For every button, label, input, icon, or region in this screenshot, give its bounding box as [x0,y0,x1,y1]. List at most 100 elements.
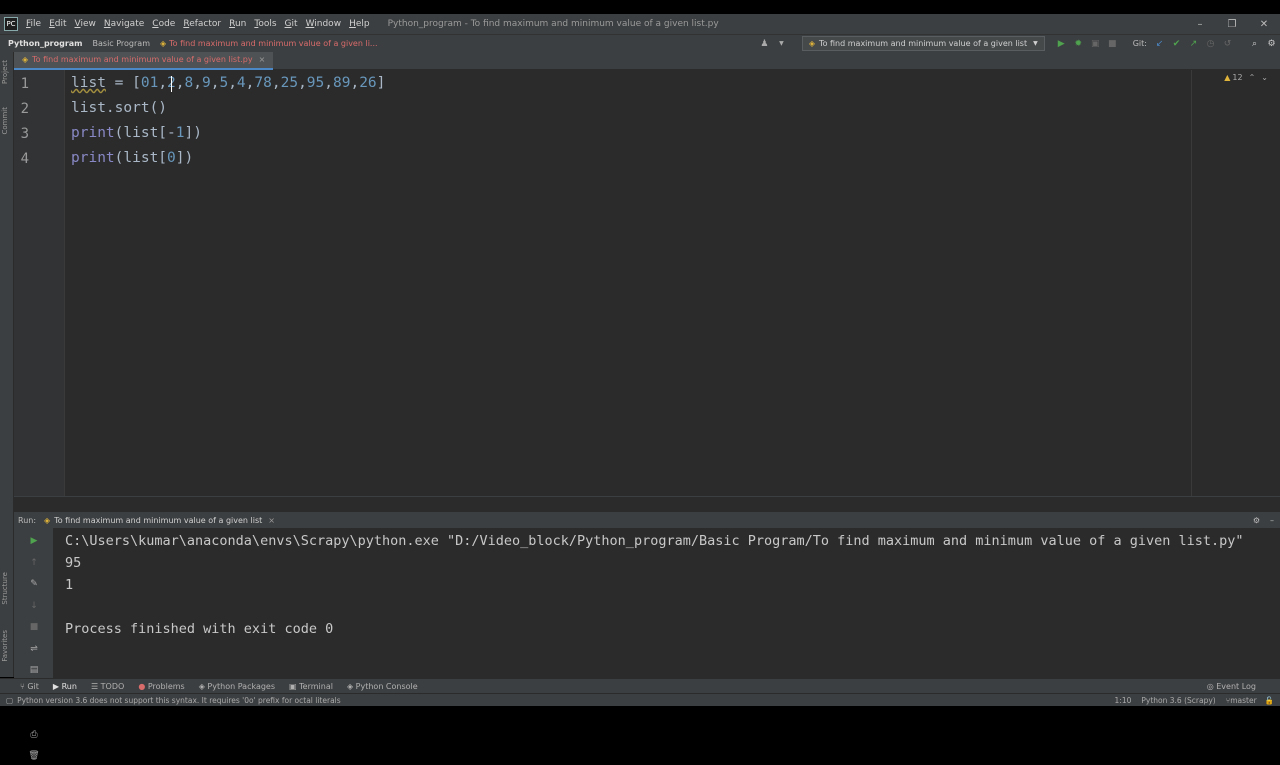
tool-window-label: Problems [147,681,185,691]
restore-layout-icon[interactable]: ▤ [14,662,54,679]
breadcrumb-folder[interactable]: Basic Program [93,39,150,48]
left-tool-strip: Project Commit Structure Favorites [0,52,14,677]
scroll-up-icon[interactable]: ↑ [14,554,54,571]
rerun-icon[interactable]: ▶ [14,533,54,550]
status-message[interactable]: Python version 3.6 does not support this… [17,696,341,705]
minimize-button[interactable]: – [1184,19,1216,30]
tool-window-todo[interactable]: ☰ TODO [91,682,124,691]
run-tab-label[interactable]: To find maximum and minimum value of a g… [54,516,262,525]
python-interpreter[interactable]: Python 3.6 (Scrapy) [1141,696,1215,705]
code-line[interactable]: list = [01,2,8,9,5,4,78,25,95,89,26] [71,75,385,91]
menu-refactor[interactable]: Refactor [183,19,221,29]
tool-window-run[interactable]: ▶ Run [53,682,77,691]
console-output-line: 95 [65,555,82,571]
tool-window-python-packages[interactable]: ◈ Python Packages [199,682,275,691]
search-icon[interactable]: ⌕ [1248,37,1261,50]
git-update-icon[interactable]: ↙ [1153,37,1166,50]
structure-tool-button[interactable]: Structure [1,572,9,605]
menu-window[interactable]: Window [306,19,342,29]
soft-wrap-icon[interactable]: ⇌ [14,640,54,657]
debug-icon[interactable]: ✹ [1072,37,1085,50]
tool-window-problems[interactable]: ● Problems [138,682,184,691]
git-commit-icon[interactable]: ✔ [1170,37,1183,50]
git-push-icon[interactable]: ↗ [1187,37,1200,50]
history-icon[interactable]: ◷ [1204,37,1217,50]
menu-tools[interactable]: Tools [254,19,276,29]
run-console[interactable]: C:\Users\kumar\anaconda\envs\Scrapy\pyth… [54,528,1280,678]
event-log-label: Event Log [1216,681,1256,691]
main-menu: File Edit View Navigate Code Refactor Ru… [26,19,378,29]
commit-tool-button[interactable]: Commit [1,107,9,135]
print-icon[interactable]: ⎙ [14,726,54,743]
python-file-icon: ◈ [808,39,816,48]
inspection-widget[interactable]: ▲ 12 ⌃ ⌄ [1224,73,1268,82]
menu-run[interactable]: Run [229,19,246,29]
python-file-icon: ◈ [44,515,51,525]
tool-window-bar: ⑂ Git ▶ Run ☰ TODO ● Problems ◈ Python P… [0,678,1280,693]
tool-window-python-console[interactable]: ◈ Python Console [347,682,418,691]
breadcrumb-file[interactable]: To find maximum and minimum value of a g… [169,39,377,48]
editor-tab[interactable]: ◈ To find maximum and minimum value of a… [14,51,274,70]
menu-code[interactable]: Code [152,19,175,29]
tool-window-git[interactable]: ⑂ Git [20,682,39,691]
list-icon: ☰ [90,681,101,691]
menu-view[interactable]: View [75,19,96,29]
menu-file[interactable]: File [26,19,41,29]
run-panel-header: Run: ◈ To find maximum and minimum value… [14,512,1280,528]
tool-window-terminal[interactable]: ▣ Terminal [289,682,333,691]
user-icon[interactable]: ♟ [758,37,771,50]
favorites-tool-button[interactable]: Favorites [1,630,9,662]
stop-icon[interactable]: ■ [1106,37,1119,50]
git-label: Git: [1132,39,1147,48]
stop-icon[interactable]: ■ [14,619,54,636]
tool-window-label: Run [61,681,77,691]
wrench-icon[interactable]: ✎ [14,576,54,593]
console-command-line: C:\Users\kumar\anaconda\envs\Scrapy\pyth… [65,533,1244,549]
warning-icon: ▲ [1224,73,1231,82]
lock-icon[interactable]: 🔓 [1265,696,1274,705]
console-exit-message: Process finished with exit code 0 [65,621,334,637]
restore-button[interactable]: ❐ [1216,19,1248,30]
settings-icon[interactable]: ⚙ [1253,516,1260,525]
git-branch[interactable]: master [1230,696,1256,705]
close-tab-icon[interactable]: × [268,516,275,525]
run-configuration-select[interactable]: ◈ To find maximum and minimum value of a… [801,36,1045,51]
project-tool-button[interactable]: Project [1,60,9,84]
menu-help[interactable]: Help [349,19,370,29]
menu-git[interactable]: Git [285,19,298,29]
event-log-button[interactable]: ◎ Event Log [1207,682,1256,691]
cursor-position[interactable]: 1:10 [1115,696,1132,705]
rollback-icon[interactable]: ↺ [1221,37,1234,50]
code-line[interactable]: list.sort() [71,100,167,116]
breadcrumb-project[interactable]: Python_program [8,39,83,48]
menu-edit[interactable]: Edit [49,19,66,29]
line-number: 3 [20,126,29,142]
chevron-down-icon[interactable]: ▼ [775,37,788,50]
python-file-icon: ◈ [22,55,29,64]
settings-icon[interactable]: ⚙ [1265,37,1278,50]
panel-splitter[interactable] [14,496,1280,512]
hide-panel-icon[interactable]: – [1270,516,1274,525]
run-icon[interactable]: ▶ [1055,37,1068,50]
chevron-up-icon[interactable]: ⌃ [1249,73,1256,82]
code-line[interactable]: print(list[-1]) [71,125,202,141]
menu-navigate[interactable]: Navigate [104,19,144,29]
code-line[interactable]: print(list[0]) [71,150,193,166]
scroll-down-icon[interactable]: ↓ [14,597,54,614]
run-toolbar: ▶ ↑ ✎ ↓ ■ ⇌ ▤ ⇩ ✦ ⎙ 🗑 [14,528,54,761]
chevron-down-icon[interactable]: ⌄ [1261,73,1268,82]
line-number: 2 [20,101,29,117]
coverage-icon[interactable]: ▣ [1089,37,1102,50]
close-tab-icon[interactable]: × [259,55,266,64]
code-editor[interactable]: 1 2 3 4 list = [01,2,8,9,5,4,78,25,95,89… [14,70,1280,496]
python-file-icon: ◈ [160,39,167,48]
tool-window-label: Git [27,681,39,691]
close-window-button[interactable]: ✕ [1248,19,1280,30]
python-icon: ◈ [346,681,356,691]
delete-icon[interactable]: 🗑 [14,748,54,765]
tool-window-label: TODO [100,681,125,691]
right-margin-guide [1191,70,1192,496]
run-configuration-label: To find maximum and minimum value of a g… [819,39,1028,48]
status-icon: ▢ [6,695,14,705]
window-title: Python_program - To find maximum and min… [387,19,719,29]
